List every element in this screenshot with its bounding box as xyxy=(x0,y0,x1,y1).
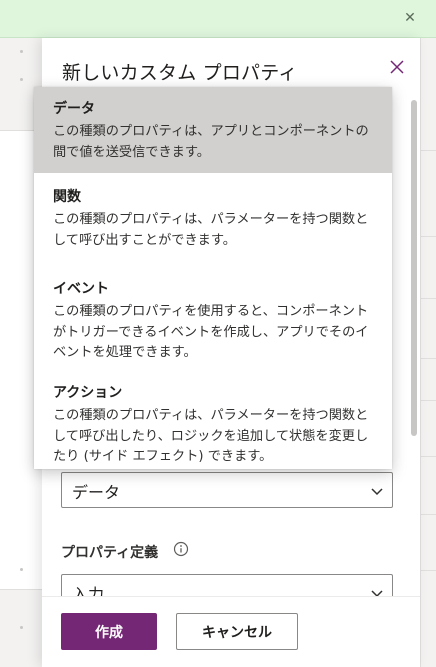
background-dot xyxy=(20,78,23,81)
background-divider xyxy=(421,514,436,515)
data-type-select[interactable]: データ xyxy=(61,472,393,508)
panel-scrollbar[interactable] xyxy=(411,100,417,436)
info-icon[interactable] xyxy=(173,541,189,557)
option-description: この種類のプロパティは、アプリとコンポーネントの間で値を送受信できます。 xyxy=(53,124,369,160)
option-description: この種類のプロパティを使用すると、コンポーネントがトリガーできるイベントを作成し… xyxy=(53,304,369,360)
background-divider xyxy=(421,150,436,151)
background-divider xyxy=(421,400,436,401)
data-type-value: データ xyxy=(72,483,121,502)
background-divider xyxy=(421,570,436,571)
cancel-button[interactable]: キャンセル xyxy=(176,613,298,650)
dropdown-option-event[interactable]: イベント この種類のプロパティを使用すると、コンポーネントがトリガーできるイベン… xyxy=(34,267,392,363)
panel-title: 新しいカスタム プロパティ xyxy=(62,62,298,84)
option-title: データ xyxy=(53,101,95,117)
panel-footer: 作成 キャンセル xyxy=(42,596,420,667)
option-description: この種類のプロパティは、パラメーターを持つ関数として呼び出すことができます。 xyxy=(53,212,369,248)
background-dot xyxy=(20,50,23,53)
dropdown-option-action[interactable]: アクション この種類のプロパティは、パラメーターを持つ関数として呼び出したり、ロ… xyxy=(34,371,392,469)
background-divider xyxy=(421,358,436,359)
close-icon[interactable]: ✕ xyxy=(402,10,418,26)
option-title: 関数 xyxy=(53,189,81,205)
property-definition-label: プロパティ定義 xyxy=(61,545,159,561)
background-divider xyxy=(421,456,436,457)
background-divider xyxy=(421,298,436,299)
background-dot xyxy=(20,626,23,629)
option-title: アクション xyxy=(53,385,123,401)
option-description: この種類のプロパティは、パラメーターを持つ関数として呼び出したり、ロジックを追加… xyxy=(53,408,369,464)
notification-banner: ✕ xyxy=(0,0,436,38)
background-divider xyxy=(421,236,436,237)
dropdown-option-data[interactable]: データ この種類のプロパティは、アプリとコンポーネントの間で値を送受信できます。 xyxy=(34,87,392,173)
close-icon[interactable] xyxy=(388,58,406,76)
background-dot xyxy=(20,568,23,571)
create-button[interactable]: 作成 xyxy=(61,613,157,650)
data-type-dropdown-list: データ この種類のプロパティは、アプリとコンポーネントの間で値を送受信できます。… xyxy=(34,87,392,469)
background-app-right xyxy=(420,38,436,667)
dropdown-option-function[interactable]: 関数 この種類のプロパティは、パラメーターを持つ関数として呼び出すことができます… xyxy=(34,175,392,263)
option-title: イベント xyxy=(53,281,109,297)
chevron-down-icon xyxy=(371,488,383,496)
